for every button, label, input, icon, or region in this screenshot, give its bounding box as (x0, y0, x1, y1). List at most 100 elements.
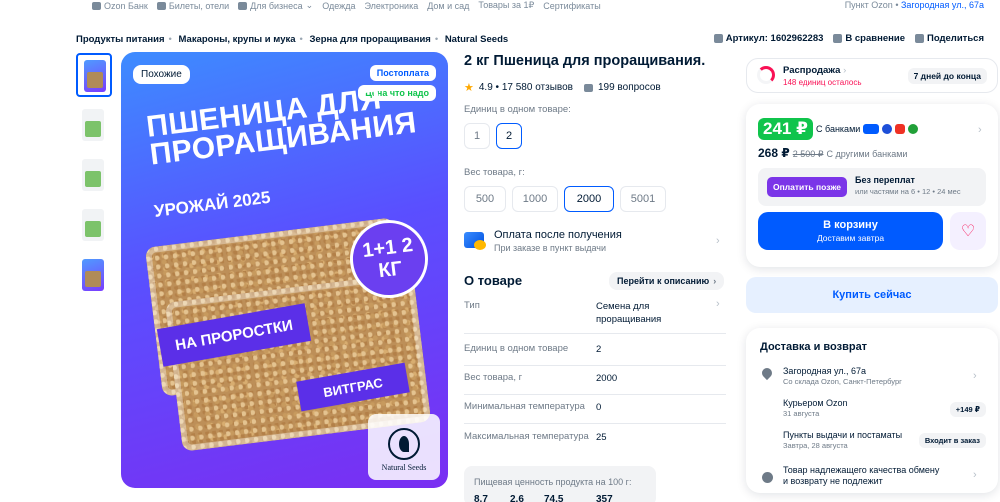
units-option[interactable]: 1 (464, 123, 490, 149)
questions-link[interactable]: 199 вопросов (598, 82, 661, 93)
article-number[interactable]: Артикул: 1602962283 (713, 33, 823, 44)
brand-logo: Natural Seeds (374, 428, 434, 472)
nav-link-1rub[interactable]: Товары за 1₽ (478, 0, 534, 11)
nav-link-business[interactable]: Для бизнеса ⌄ (238, 0, 313, 11)
nav-link-tickets[interactable]: Билеты, отели (156, 0, 229, 11)
courier-date: 31 августа (783, 409, 820, 418)
buy-now-button[interactable]: Купить сейчас (746, 277, 998, 313)
rating-text[interactable]: 4.9 • 17 580 отзывов (479, 82, 573, 93)
bank-logo-icon (908, 124, 919, 134)
bank-price-label[interactable]: С банками (816, 124, 919, 134)
breadcrumb-item[interactable]: Макароны, крупы и мука (179, 34, 296, 45)
weight-option[interactable]: 500 (464, 186, 506, 212)
image-harvest: УРОЖАЙ 2025 (153, 187, 272, 221)
pay-later-button[interactable]: Оплатить позже (767, 177, 847, 197)
share-button[interactable]: Поделиться (914, 33, 984, 44)
weight-option[interactable]: 2000 (564, 186, 614, 212)
pickup-point[interactable]: Пункт Ozon • Загородная ул., 67а (845, 0, 984, 10)
bank-logo-icon (895, 124, 906, 134)
add-to-cart-button[interactable]: В корзину Доставим завтра (758, 212, 943, 250)
courier-option[interactable]: Курьером Ozon (783, 398, 848, 408)
bnpl-subtitle: или частями на 6 • 12 • 24 мес (855, 187, 961, 196)
sale-banner[interactable]: Распродажа › 148 единиц осталось 7 дней … (746, 58, 998, 93)
bnpl-title: Без переплат (855, 175, 915, 185)
card-icon (464, 232, 486, 250)
price-card: 241 ₽ С банками › 268 ₽2 500 ₽ С другими … (746, 104, 998, 267)
nav-link-home[interactable]: Дом и сад (427, 0, 469, 11)
plane-icon (156, 1, 166, 10)
pay-subtitle: При заказе в пункт выдачи (494, 243, 607, 253)
spec-row: Тип Семена для проращивания › (464, 298, 726, 334)
return-policy[interactable]: Товар надлежащего качества обмену (783, 465, 939, 475)
thumbnail[interactable] (76, 154, 112, 198)
spec-row: Единиц в одном товаре 2 (464, 342, 726, 366)
chevron-right-icon[interactable]: › (716, 298, 720, 310)
thumbnail[interactable] (76, 104, 112, 148)
other-price: 268 ₽2 500 ₽ С другими банками (758, 146, 908, 160)
nutrition-value: 2.6 (510, 494, 524, 502)
product-actions: Артикул: 1602962283 В сравнение Поделить… (713, 33, 984, 44)
spec-row: Максимальная температура 25 (464, 431, 607, 443)
ozon-bank-icon (863, 124, 880, 134)
pickup-points-option[interactable]: Пункты выдачи и постаматы (783, 430, 902, 440)
weight-label: Вес товара, г: (464, 167, 525, 178)
units-label: Единиц в одном товаре: (464, 104, 571, 115)
breadcrumb-item[interactable]: Продукты питания (76, 34, 165, 45)
sale-subtitle: 148 единиц осталось (783, 78, 862, 87)
chevron-right-icon[interactable]: › (973, 469, 977, 481)
courier-price: +149 ₽ (949, 402, 986, 417)
about-heading: О товаре (464, 273, 523, 288)
nutrition-card: Пищевая ценность продукта на 100 г: 8.7 … (464, 466, 656, 502)
units-option[interactable]: 2 (496, 123, 522, 149)
compare-button[interactable]: В сравнение (833, 33, 905, 44)
similar-button[interactable]: Похожие (133, 65, 190, 84)
breadcrumb-item[interactable]: Зерна для проращивания (309, 34, 430, 45)
page-title: 2 кг Пшеница для проращивания. (464, 53, 706, 69)
delivery-card: Доставка и возврат Загородная ул., 67а С… (746, 328, 998, 493)
chevron-right-icon[interactable]: › (973, 370, 977, 382)
favorite-button[interactable]: ♡ (950, 212, 986, 250)
thumbnail[interactable] (76, 53, 112, 97)
pickup-points-date: Завтра, 28 августа (783, 441, 848, 450)
nav-link-ozon-bank[interactable]: Ozon Банк (92, 0, 148, 11)
nutrition-value: 8.7 (474, 494, 488, 502)
delivery-heading: Доставка и возврат (760, 341, 868, 353)
nav-link-clothes[interactable]: Одежда (322, 0, 355, 11)
rating-row[interactable]: ★ 4.9 • 17 580 отзывов 199 вопросов (464, 81, 661, 94)
bnpl-block[interactable]: Оплатить позже Без переплат или частями … (758, 168, 986, 206)
return-policy-sub: и возврату не подлежит (783, 476, 883, 486)
nutrition-value: 357 (596, 494, 613, 502)
pay-after-receipt[interactable]: Оплата после получения При заказе в пунк… (464, 229, 726, 257)
nav-link-certificates[interactable]: Сертификаты (543, 0, 600, 11)
chevron-down-icon: ⌄ (305, 0, 314, 10)
breadcrumb-item[interactable]: Natural Seeds (445, 34, 508, 45)
image-headline: ПШЕНИЦА ДЛЯ ПРОРАЩИВАНИЯ (144, 82, 419, 172)
sale-title: Распродажа › (783, 65, 847, 76)
chevron-right-icon: › (716, 235, 720, 247)
pickup-label: Пункт Ozon • (844, 0, 901, 10)
delivery-address[interactable]: Загородная ул., 67а (783, 366, 866, 376)
goto-description-button[interactable]: Перейти к описанию › (609, 272, 725, 290)
spec-row: Вес товара, г 2000 (464, 371, 726, 395)
weight-option[interactable]: 5001 (620, 186, 666, 212)
info-icon (762, 472, 773, 483)
spec-row: Минимальная температура 0 (464, 400, 726, 424)
breadcrumb: Продукты питания • Макароны, крупы и мука… (76, 34, 509, 45)
timer-ring-icon (757, 66, 775, 84)
compare-icon (833, 34, 843, 43)
product-image[interactable]: Похожие Постоплата Цена что надо ПШЕНИЦА… (121, 52, 448, 488)
thumbnail[interactable] (76, 254, 112, 298)
briefcase-icon (238, 1, 248, 10)
share-icon (914, 34, 924, 43)
weight-option[interactable]: 1000 (512, 186, 558, 212)
nav-link-electronics[interactable]: Электроника (364, 0, 418, 11)
delivery-address-sub: Со склада Ozon, Санкт-Петербург (783, 377, 902, 386)
included-badge: Входит в заказ (918, 433, 986, 448)
thumbnail[interactable] (76, 204, 112, 248)
chevron-right-icon[interactable]: › (978, 124, 982, 136)
pickup-address[interactable]: Загородная ул., 67а (901, 0, 984, 10)
location-pin-icon (759, 365, 775, 381)
top-nav: Ozon Банк Билеты, отели Для бизнеса ⌄ Од… (0, 0, 1000, 14)
sale-days-badge: 7 дней до конца (907, 68, 987, 84)
leaf-icon (388, 428, 420, 460)
